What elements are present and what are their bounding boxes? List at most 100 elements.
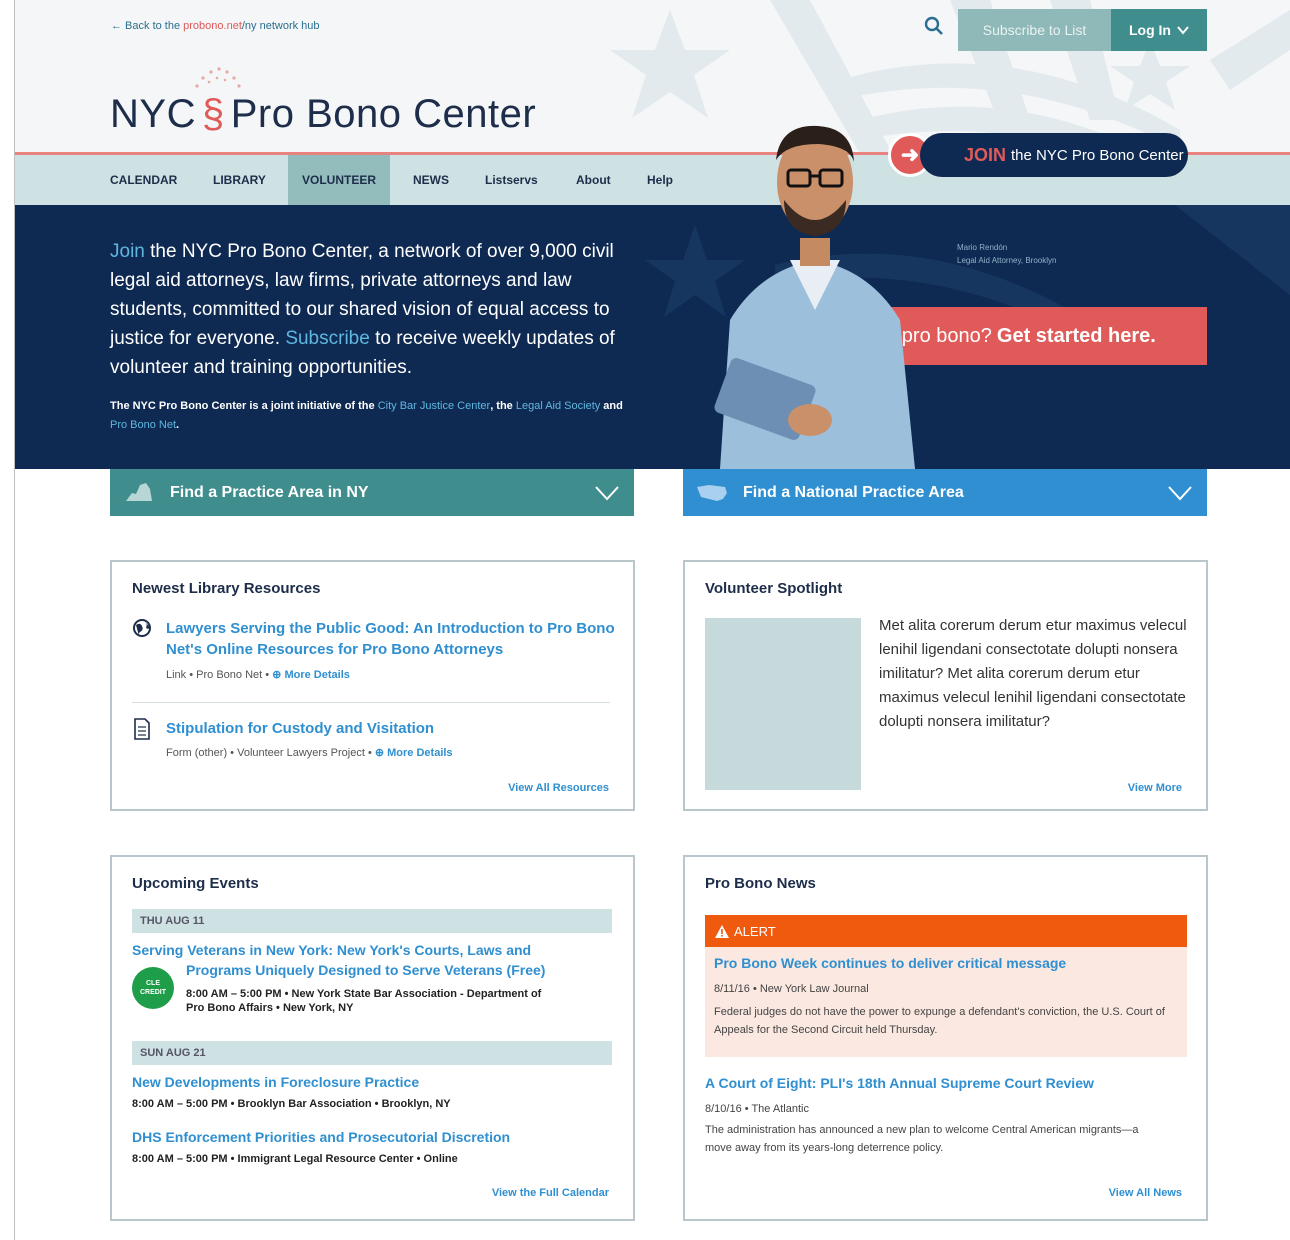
spotlight-card-title: Volunteer Spotlight — [705, 580, 843, 597]
view-all-news-link[interactable]: View All News — [1109, 1187, 1182, 1199]
news-card-title: Pro Bono News — [705, 875, 816, 892]
nav-item-news[interactable]: NEWS — [413, 155, 449, 205]
view-more-link[interactable]: View More — [1128, 782, 1182, 794]
partners-text-4: . — [176, 419, 180, 431]
partners-text-1: The NYC Pro Bono Center is a joint initi… — [110, 400, 378, 412]
resource-source: Volunteer Lawyers Project — [237, 747, 365, 759]
join-word: JOIN — [964, 144, 1007, 165]
resource-divider — [132, 702, 610, 703]
find-practice-area-ny-dropdown[interactable]: Find a Practice Area in NY — [110, 469, 634, 516]
back-link-prefix: ← Back to the — [111, 20, 184, 32]
nav-item-library[interactable]: LIBRARY — [213, 155, 266, 205]
partners-text-2: , the — [490, 400, 516, 412]
event-date-header: SUN AUG 21 — [132, 1041, 612, 1065]
event-meta: 8:00 AM – 5:00 PM • New York State Bar A… — [186, 987, 616, 1015]
library-resources-card: Newest Library Resources Lawyers Serving… — [110, 560, 635, 811]
resource-title-link[interactable]: Stipulation for Custody and Visitation — [166, 718, 616, 739]
alert-banner: ALERT — [705, 915, 1187, 947]
nav-item-help[interactable]: Help — [647, 155, 673, 205]
hero-join-link[interactable]: Join — [110, 241, 145, 262]
event-meta-line-1: 8:00 AM – 5:00 PM • New York State Bar A… — [186, 988, 542, 1000]
nav-item-calendar[interactable]: CALENDAR — [110, 155, 177, 205]
nav-item-volunteer[interactable]: VOLUNTEER — [288, 155, 391, 205]
hero-partners-text: The NYC Pro Bono Center is a joint initi… — [110, 397, 635, 435]
news-meta: 8/11/16 • New York Law Journal — [714, 983, 869, 995]
nav-item-listservs[interactable]: Listservs — [485, 155, 538, 205]
legal-aid-society-link[interactable]: Legal Aid Society — [516, 400, 600, 412]
chevron-down-icon — [1168, 486, 1192, 501]
upcoming-events-card: Upcoming Events THU AUG 11 Serving Veter… — [110, 855, 635, 1221]
spotlight-image-placeholder — [705, 618, 861, 790]
logo-text-nyc: NYC — [110, 92, 196, 136]
join-center-button[interactable]: JOIN the NYC Pro Bono Center — [920, 133, 1188, 177]
cle-label: CLE — [146, 980, 160, 987]
hero-intro-text: Join the NYC Pro Bono Center, a network … — [110, 237, 635, 382]
back-to-hub-link[interactable]: ← Back to the probono.net/ny network hub — [111, 20, 320, 32]
caption-name: Mario Rendón — [957, 243, 1008, 252]
warning-icon — [715, 924, 729, 938]
cle-credit-badge: CLE CREDIT — [132, 967, 174, 1009]
news-description: Federal judges do not have the power to … — [714, 1006, 1165, 1036]
resource-item: Lawyers Serving the Public Good: An Intr… — [132, 618, 615, 688]
united-states-map-icon — [697, 484, 727, 501]
pro-bono-net-link[interactable]: Pro Bono Net — [110, 419, 176, 431]
resource-type: Link — [166, 669, 187, 681]
login-button[interactable]: Log In — [1111, 9, 1207, 51]
more-details-link[interactable]: ⊕ More Details — [272, 669, 350, 681]
pro-bono-news-card: Pro Bono News ALERT Pro Bono Week contin… — [683, 855, 1208, 1221]
view-full-calendar-link[interactable]: View the Full Calendar — [492, 1187, 609, 1199]
partners-text-3: and — [600, 400, 623, 412]
login-label: Log In — [1129, 22, 1171, 38]
subscribe-to-list-button[interactable]: Subscribe to List — [958, 9, 1111, 51]
news-title-link[interactable]: A Court of Eight: PLI's 18th Annual Supr… — [705, 1075, 1094, 1091]
alert-news-item: Pro Bono Week continues to deliver criti… — [705, 947, 1187, 1057]
find-national-practice-area-dropdown[interactable]: Find a National Practice Area — [683, 469, 1207, 516]
event-title-link[interactable]: DHS Enforcement Priorities and Prosecuto… — [132, 1127, 510, 1147]
practice-national-label: Find a National Practice Area — [743, 483, 964, 501]
person-caption: Mario Rendón Legal Aid Attorney, Brookly… — [957, 241, 1056, 267]
event-title-link-continued[interactable]: Programs Uniquely Designed to Serve Vete… — [186, 960, 545, 980]
volunteer-spotlight-card: Volunteer Spotlight Met alita corerum de… — [683, 560, 1208, 811]
event-meta: 8:00 AM – 5:00 PM • Immigrant Legal Reso… — [132, 1153, 458, 1165]
chevron-down-icon — [595, 486, 619, 501]
chevron-down-icon — [1177, 26, 1189, 35]
document-icon — [134, 718, 150, 740]
hero-subscribe-link[interactable]: Subscribe — [285, 328, 370, 349]
new-york-state-icon — [126, 482, 152, 501]
practice-ny-label: Find a Practice Area in NY — [170, 483, 369, 501]
city-bar-justice-center-link[interactable]: City Bar Justice Center — [378, 400, 490, 412]
spotlight-text: Met alita corerum derum etur maximus vel… — [879, 617, 1187, 730]
back-link-suffix: /ny network hub — [241, 20, 320, 32]
resource-meta: Link • Pro Bono Net • ⊕ More Details — [166, 669, 350, 681]
caption-role: Legal Aid Attorney, Brooklyn — [957, 256, 1057, 265]
logo-sparkle-icon — [195, 67, 241, 88]
more-details-link[interactable]: ⊕ More Details — [375, 747, 453, 759]
resource-title-link[interactable]: Lawyers Serving the Public Good: An Intr… — [166, 618, 616, 660]
logo-section-mark: § — [201, 92, 225, 136]
event-title-link[interactable]: New Developments in Foreclosure Practice — [132, 1072, 419, 1092]
nav-item-about[interactable]: About — [576, 155, 611, 205]
resource-source: Pro Bono Net — [196, 669, 263, 681]
site-logo[interactable]: NYC § Pro Bono Center — [110, 92, 536, 137]
news-title-link[interactable]: Pro Bono Week continues to deliver criti… — [714, 955, 1066, 971]
cta-bold-text: Get started here. — [996, 324, 1156, 347]
more-details-label: More Details — [284, 669, 350, 681]
event-date-header: THU AUG 11 — [132, 909, 612, 933]
library-card-title: Newest Library Resources — [132, 580, 321, 597]
news-description: The administration has announced a new p… — [705, 1124, 1139, 1154]
view-all-resources-link[interactable]: View All Resources — [508, 782, 609, 794]
page: ← Back to the probono.net/ny network hub… — [0, 0, 1290, 1240]
news-meta: 8/10/16 • The Atlantic — [705, 1103, 809, 1115]
alert-label: ALERT — [734, 923, 776, 939]
hero-banner: Join the NYC Pro Bono Center, a network … — [15, 205, 1290, 469]
resource-item: Stipulation for Custody and Visitation F… — [132, 718, 612, 759]
event-title-link[interactable]: Serving Veterans in New York: New York's… — [132, 940, 531, 960]
resource-type: Form (other) — [166, 747, 228, 759]
events-card-title: Upcoming Events — [132, 875, 259, 892]
event-meta-line-2: Pro Bono Affairs • New York, NY — [186, 1002, 354, 1014]
join-rest-text: the NYC Pro Bono Center — [1011, 146, 1184, 164]
search-icon[interactable] — [921, 14, 947, 40]
globe-icon — [133, 619, 151, 637]
resource-meta: Form (other) • Volunteer Lawyers Project… — [166, 747, 453, 759]
back-link-domain: probono.net — [183, 20, 242, 32]
